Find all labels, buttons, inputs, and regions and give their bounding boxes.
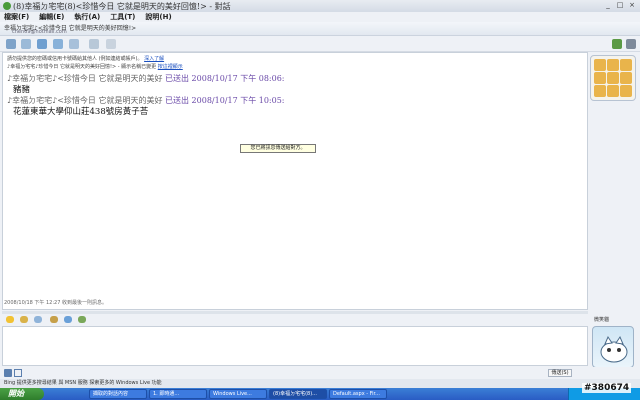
learn-more-link[interactable]: 深入了解 <box>144 56 164 62</box>
name-change-text: ♪幸福ㄉ宅宅♪珍惜今日 它就是明天的美好回憶!> - 顯示名稱已變更 <box>7 64 157 70</box>
contact-email: chen69@hotmail.com <box>12 29 67 35</box>
edit-theme-icon[interactable] <box>612 39 622 49</box>
video-icon[interactable] <box>37 39 47 49</box>
msn-buddy-icon <box>3 2 11 10</box>
last-message-status: 2008/10/18 下午 12:27 收到最後一則訊息。 <box>4 300 107 306</box>
menu-bar: 檔案(F) 編輯(E) 執行(A) 工具(T) 說明(H) <box>0 12 640 22</box>
call-icon[interactable] <box>53 39 63 49</box>
start-button[interactable]: 開始 <box>0 388 44 400</box>
contact-avatar[interactable] <box>590 55 636 101</box>
avatar-tile <box>594 72 606 84</box>
message-header: ♪幸福ㄉ宅宅♪<珍惜今日 它就是明天的美好 已送出 2008/10/17 下午 … <box>7 73 285 84</box>
format-bar <box>2 314 588 325</box>
block-icon[interactable] <box>106 39 116 49</box>
taskbar-item[interactable]: Windows Live... <box>209 389 267 399</box>
taskbar-item[interactable]: Default.aspx - Fir... <box>329 389 387 399</box>
voice-clip-icon[interactable] <box>64 316 72 323</box>
menu-file[interactable]: 檔案(F) <box>4 12 29 22</box>
contact-header: 幸福ㄉ宅宅♪<珍惜今日 它就是明天的美好回憶!> chen69@hotmail.… <box>0 22 640 36</box>
security-notice: 請勿提供您的密碼或信用卡號碼給其他人 (例如連結或帳戶)。 深入了解 <box>7 55 164 62</box>
quick-launch <box>47 389 87 399</box>
my-display-label: 微笑貓 <box>594 317 610 323</box>
avatar-tile <box>607 72 619 84</box>
menu-tools[interactable]: 工具(T) <box>110 12 135 22</box>
avatar-tile <box>607 85 619 97</box>
ad-bar[interactable]: Bing 提供更多搜尋結果 與 MSN 服務 探索更多的 Windows Liv… <box>0 379 640 388</box>
close-button[interactable]: × <box>627 1 637 10</box>
avatar-tile <box>594 85 606 97</box>
sender-name: ♪幸福ㄉ宅宅♪<珍惜今日 它就是明天的美好 <box>7 96 163 105</box>
maximize-button[interactable]: □ <box>615 1 625 10</box>
tooltip: 您已將訊息傳送給對方。 <box>240 144 316 153</box>
toolbar <box>0 36 640 52</box>
avatar-tile <box>620 59 632 71</box>
nudge-icon[interactable] <box>50 316 58 323</box>
background-icon[interactable] <box>34 316 42 323</box>
show-link[interactable]: 按這裡顯示 <box>158 64 183 70</box>
avatar-tile <box>594 59 606 71</box>
avatar-tile <box>607 59 619 71</box>
taskbar: 開始 擷取的對話內容 1. 即時通... Windows Live... (8)… <box>0 388 640 400</box>
message-text: 豬豬 <box>13 85 31 95</box>
minimize-button[interactable]: _ <box>603 1 613 10</box>
menu-edit[interactable]: 編輯(E) <box>39 12 64 22</box>
title-bar: (8)幸福ㄉ宅宅(8)<珍惜今日 它就是明天的美好回憶!> - 對話 _ □ × <box>0 0 640 12</box>
taskbar-item[interactable]: 1. 即時通... <box>149 389 207 399</box>
send-file-icon[interactable] <box>21 39 31 49</box>
window-title: (8)幸福ㄉ宅宅(8)<珍惜今日 它就是明天的美好回憶!> - 對話 <box>13 1 231 11</box>
message-input[interactable] <box>2 326 588 366</box>
games-icon[interactable] <box>89 39 99 49</box>
wink-icon[interactable] <box>20 316 28 323</box>
menu-arrow-icon[interactable] <box>626 39 636 49</box>
avatar-tile <box>620 85 632 97</box>
text-mode-icon[interactable] <box>14 369 22 377</box>
cat-avatar-icon <box>600 335 628 363</box>
security-notice-text: 請勿提供您的密碼或信用卡號碼給其他人 (例如連結或帳戶)。 <box>7 56 143 62</box>
avatar-tile <box>620 72 632 84</box>
send-button[interactable]: 傳送(S) <box>548 369 572 377</box>
chat-history[interactable]: 請勿提供您的密碼或信用卡號碼給其他人 (例如連結或帳戶)。 深入了解 ♪幸福ㄉ宅… <box>2 52 588 310</box>
name-change-notice: ♪幸福ㄉ宅宅♪珍惜今日 它就是明天的美好回憶!> - 顯示名稱已變更 按這裡顯示 <box>7 63 183 70</box>
gift-icon[interactable] <box>78 316 86 323</box>
sent-note: 已送出 2008/10/17 下午 08:06: <box>165 74 285 83</box>
handwriting-icon[interactable] <box>4 369 12 377</box>
sender-name: ♪幸福ㄉ宅宅♪<珍惜今日 它就是明天的美好 <box>7 74 163 83</box>
invite-icon[interactable] <box>6 39 16 49</box>
my-avatar[interactable] <box>592 326 634 368</box>
activities-icon[interactable] <box>69 39 79 49</box>
emoticon-icon[interactable] <box>6 316 14 323</box>
message-text: 花蓮東華大學仰山莊438號房黃子荅 <box>13 107 149 117</box>
sent-note: 已送出 2008/10/17 下午 10:05: <box>165 96 285 105</box>
menu-help[interactable]: 說明(H) <box>145 12 171 22</box>
taskbar-item[interactable]: 擷取的對話內容 <box>89 389 147 399</box>
taskbar-item-active[interactable]: (8)幸福ㄉ宅宅(8)... <box>269 389 327 399</box>
menu-actions[interactable]: 執行(A) <box>74 12 100 22</box>
watermark: #380674 <box>582 383 632 393</box>
input-toolbar <box>0 367 640 379</box>
